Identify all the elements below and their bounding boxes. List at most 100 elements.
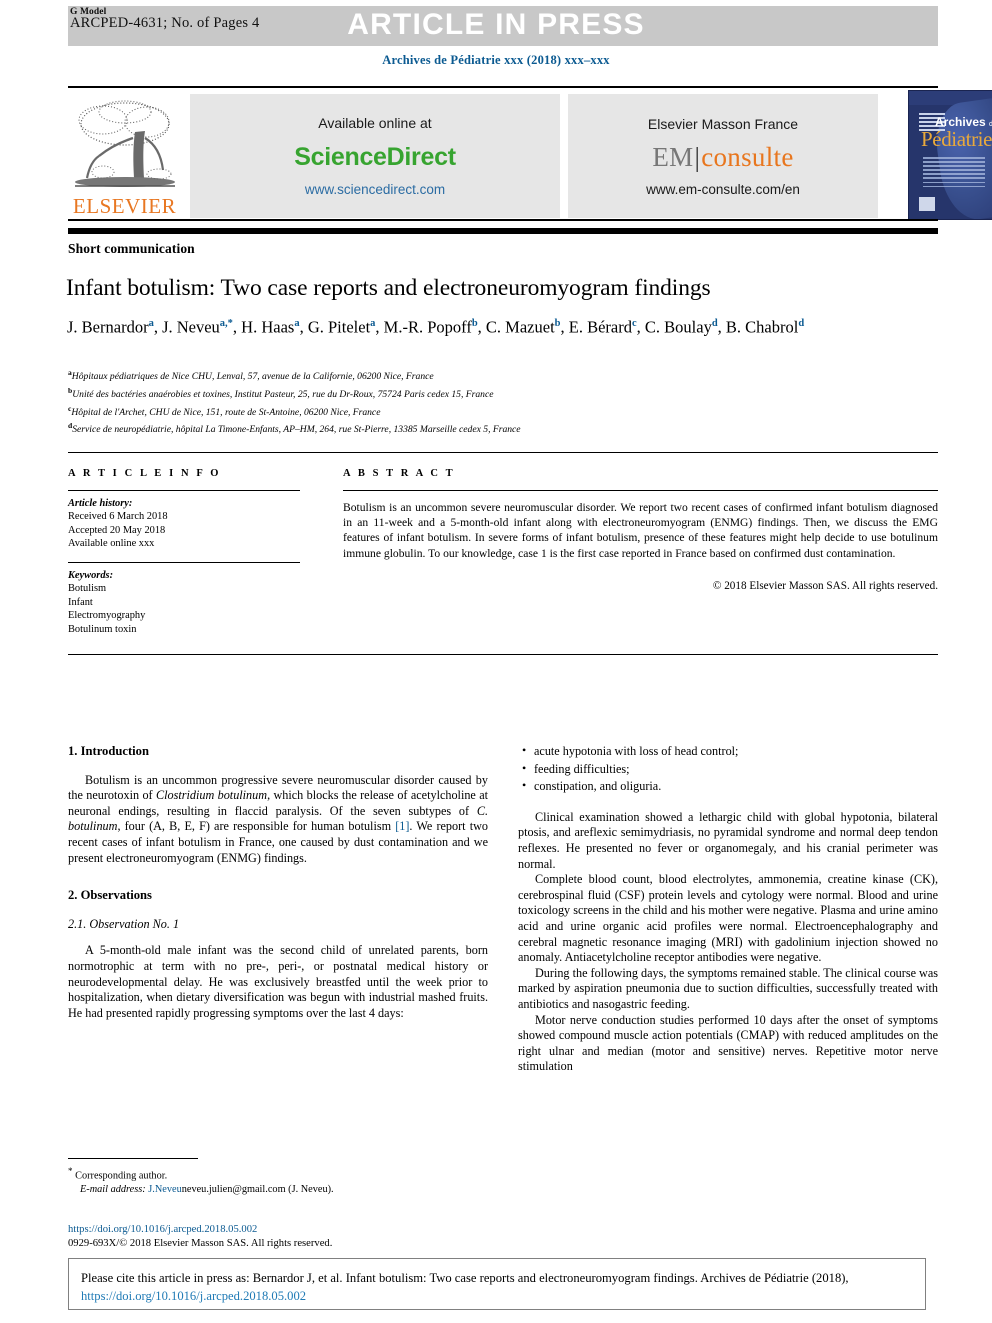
sciencedirect-box[interactable]: Available online at ScienceDirect www.sc… <box>190 94 560 218</box>
affiliation-item: bUnité des bactéries anaérobies et toxin… <box>68 384 948 402</box>
emconsulte-box[interactable]: Elsevier Masson France EM|consulte www.e… <box>568 94 878 218</box>
heading-introduction: 1. Introduction <box>68 744 149 758</box>
paper-page: G Model ARCPED-4631; No. of Pages 4 ARTI… <box>0 0 992 1323</box>
author-name: E. Bérard <box>568 317 632 337</box>
keyword-item: Botulism <box>68 583 107 595</box>
info-bottom-rule <box>68 654 938 656</box>
intro-paragraph: Botulism is an uncommon progressive seve… <box>68 773 488 867</box>
affiliation-item: aHôpitaux pédiatriques de Nice CHU, Lenv… <box>68 366 948 384</box>
author-name: C. Mazuet <box>485 317 555 337</box>
email-link[interactable]: J.Neveu <box>148 1184 181 1195</box>
doi-block: https://doi.org/10.1016/j.arcped.2018.05… <box>68 1223 498 1251</box>
affiliation-text: Unité des bactéries anaérobies et toxine… <box>72 388 494 400</box>
abstract-text: Botulism is an uncommon severe neuromusc… <box>343 501 938 560</box>
masthead-bottom-rule <box>68 219 938 222</box>
author-name: M.-R. Popoff <box>383 317 472 337</box>
author-name: C. Boulay <box>644 317 712 337</box>
section-type-label: Short communication <box>68 241 195 256</box>
article-info-heading: A R T I C L E I N F O <box>68 468 222 479</box>
author-name: H. Haas <box>241 317 295 337</box>
affiliation-list: aHôpitaux pédiatriques de Nice CHU, Lenv… <box>68 366 948 437</box>
sciencedirect-url[interactable]: www.sciencedirect.com <box>305 182 445 197</box>
author-list: J. Bernardora, J. Neveua,*, H. Haasa, G.… <box>67 317 805 337</box>
affiliation-text: Hôpital de l'Archet, CHU de Nice, 151, r… <box>71 406 381 418</box>
symptom-list: acute hypotonia with loss of head contro… <box>518 743 938 795</box>
corresponding-author-line: * Corresponding author. <box>68 1165 488 1183</box>
keyword-item: Infant <box>68 596 93 608</box>
lab-results-paragraph: Complete blood count, blood electrolytes… <box>518 872 938 965</box>
article-history-block: Article history: Received 6 March 2018 Ac… <box>68 497 313 551</box>
history-items: Received 6 March 2018 Accepted 20 May 201… <box>68 510 313 550</box>
doi-link[interactable]: https://doi.org/10.1016/j.arcped.2018.05… <box>68 1223 498 1237</box>
sciencedirect-wordmark: ScienceDirect <box>294 143 456 171</box>
author-affiliation-marker: d <box>798 318 805 329</box>
keywords-block: Keywords: Botulism Infant Electromyography… <box>68 569 313 636</box>
footnote-star: * <box>68 1166 73 1176</box>
affiliation-text: Service de neuropédiatrie, hôpital La Ti… <box>72 424 521 436</box>
keyword-items: Botulism Infant Electromyography Botulinum … <box>68 582 313 636</box>
author-name: G. Pitelet <box>307 317 371 337</box>
footnote-rule <box>68 1158 198 1159</box>
reference-link-1[interactable]: [1] <box>395 819 409 833</box>
author-affiliation-marker: d <box>711 318 718 329</box>
affiliation-text: Hôpitaux pédiatriques de Nice CHU, Lenva… <box>71 371 434 383</box>
author-name: B. Chabrol <box>725 317 799 337</box>
author-affiliation-marker: b <box>471 318 478 329</box>
affiliation-item: dService de neuropédiatrie, hôpital La T… <box>68 419 948 437</box>
history-item: Received 6 March 2018 <box>68 511 168 523</box>
clinical-exam-paragraph: Clinical examination showed a lethargic … <box>518 809 938 871</box>
list-item: acute hypotonia with loss of head contro… <box>522 743 938 760</box>
cover-toc-lines <box>923 157 985 190</box>
abstract-rule <box>343 490 938 492</box>
history-item: Accepted 20 May 2018 <box>68 524 166 536</box>
keyword-item: Botulinum toxin <box>68 623 137 635</box>
consulte-text: consulte <box>701 141 794 172</box>
affiliation-item: cHôpital de l'Archet, CHU de Nice, 151, … <box>68 402 948 420</box>
info-rule-1 <box>68 490 300 492</box>
masthead: ELSEVIER Available online at ScienceDire… <box>68 90 992 220</box>
footnote-block: * Corresponding author. E-mail address: … <box>68 1165 488 1196</box>
list-item: feeding difficulties; <box>522 761 938 778</box>
observation-1-paragraph: A 5-month-old male infant was the second… <box>68 943 488 1020</box>
intro-text-c: , four (A, B, E, F) are responsible for … <box>117 819 396 834</box>
emconsulte-url[interactable]: www.em-consulte.com/en <box>646 182 800 197</box>
article-in-press-text: ARTICLE IN PRESS <box>347 8 645 41</box>
journal-citation-line: Archives de Pédiatrie xxx (2018) xxx–xxx <box>382 53 610 67</box>
author-affiliation-marker: a <box>148 318 154 329</box>
journal-cover-thumbnail[interactable]: Archives de Pédiatrie <box>908 90 992 220</box>
author-affiliation-marker: a <box>294 318 300 329</box>
cite-this-article-box: Please cite this article in press as: Be… <box>68 1258 926 1310</box>
elsevier-wordmark: ELSEVIER <box>72 194 177 218</box>
available-online-label: Available online at <box>318 115 432 131</box>
publisher-label: Elsevier Masson France <box>647 115 799 132</box>
issn-copyright-line: 0929-693X/© 2018 Elsevier Masson SAS. Al… <box>68 1238 333 1249</box>
article-history-label: Article history: <box>68 498 133 509</box>
clinical-course-paragraph: During the following days, the symptoms … <box>518 965 938 1011</box>
author-affiliation-marker: a,* <box>219 318 233 329</box>
heading-observation-1: 2.1. Observation No. 1 <box>68 916 180 931</box>
intro-italic-clostridium: Clostridium botulinum <box>156 788 268 803</box>
info-top-rule <box>68 452 938 454</box>
nerve-conduction-paragraph: Motor nerve conduction studies performed… <box>518 1012 938 1074</box>
cite-doi-link[interactable]: https://doi.org/10.1016/j.arcped.2018.05… <box>81 1289 306 1303</box>
author-affiliation-marker: c <box>631 318 637 329</box>
masthead-top-rule <box>68 86 938 89</box>
author-affiliation-marker: a <box>370 318 376 329</box>
elsevier-tree-icon <box>74 100 175 187</box>
cite-text: Please cite this article in press as: Be… <box>81 1271 849 1285</box>
page-title: Infant botulism: Two case reports and el… <box>66 275 711 301</box>
masthead-thick-rule <box>68 228 938 234</box>
list-item: constipation, and oliguria. <box>522 778 938 795</box>
heading-observations: 2. Observations <box>68 888 152 903</box>
cover-corner-mark <box>919 197 935 211</box>
corresponding-author-label: Corresponding author. <box>75 1170 168 1182</box>
body-column-left: 1. Introduction Botulism is an uncommon … <box>68 744 488 1021</box>
author-affiliation-marker: b <box>554 318 561 329</box>
keyword-item: Electromyography <box>68 610 146 622</box>
em-text: EM <box>652 141 694 172</box>
info-rule-2 <box>68 562 300 564</box>
email-label: E-mail address: <box>80 1183 146 1195</box>
email-address-rest: neveu.julien@gmail.com (J. Neveu). <box>181 1183 334 1195</box>
elsevier-logo: ELSEVIER <box>68 94 181 218</box>
abstract-heading: A B S T R A C T <box>343 468 456 479</box>
